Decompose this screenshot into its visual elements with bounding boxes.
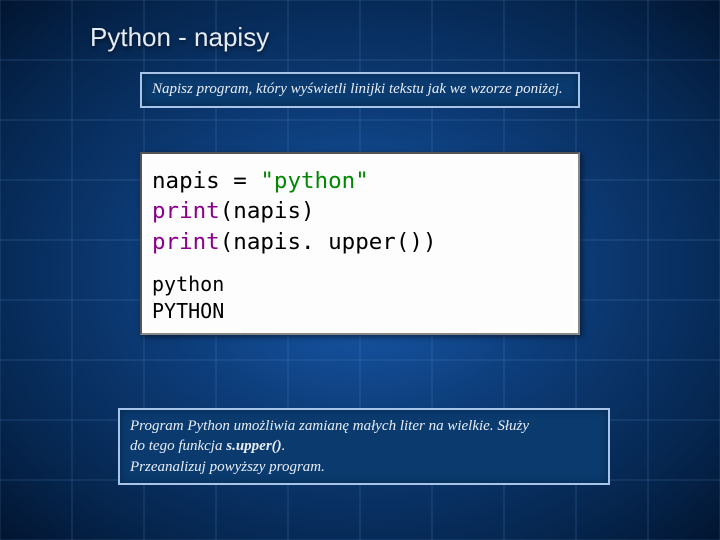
code-operator: = — [220, 168, 261, 194]
code-line-2: print(napis) — [152, 196, 568, 226]
code-line-3: print(napis. upper()) — [152, 227, 568, 257]
code-paren: ( — [220, 229, 234, 255]
code-dot: . — [301, 229, 328, 255]
instruction-text: Napisz program, który wyświetli linijki … — [152, 81, 563, 97]
instruction-box: Napisz program, który wyświetli linijki … — [140, 72, 580, 108]
explanation-line-1: Program Python umożliwia zamianę małych … — [130, 416, 598, 436]
code-paren: () — [396, 229, 423, 255]
output-line-1: python — [152, 271, 568, 298]
code-identifier: napis — [233, 198, 301, 224]
code-identifier: napis — [152, 168, 220, 194]
code-function: print — [152, 229, 220, 255]
explanation-line-3: Przeanalizuj powyższy program. — [130, 457, 598, 477]
code-paren: ( — [220, 198, 234, 224]
explanation-box: Program Python umożliwia zamianę małych … — [118, 408, 610, 485]
code-function: print — [152, 198, 220, 224]
code-identifier: napis — [233, 229, 301, 255]
explanation-text: do tego funkcja — [130, 438, 226, 454]
code-area: napis = "python" print(napis) print(napi… — [146, 158, 574, 329]
code-separator — [152, 261, 568, 267]
code-paren: ) — [301, 198, 315, 224]
code-method: upper — [328, 229, 396, 255]
output-line-2: PYTHON — [152, 298, 568, 325]
code-screenshot-frame: napis = "python" print(napis) print(napi… — [140, 152, 580, 335]
explanation-line-2: do tego funkcja s.upper(). — [130, 436, 598, 456]
explanation-function-name: s.upper() — [226, 438, 281, 454]
code-paren: ) — [423, 229, 437, 255]
slide-title: Python - napisy — [90, 22, 269, 53]
explanation-text: . — [282, 438, 286, 454]
code-string: "python" — [260, 168, 368, 194]
code-line-1: napis = "python" — [152, 166, 568, 196]
